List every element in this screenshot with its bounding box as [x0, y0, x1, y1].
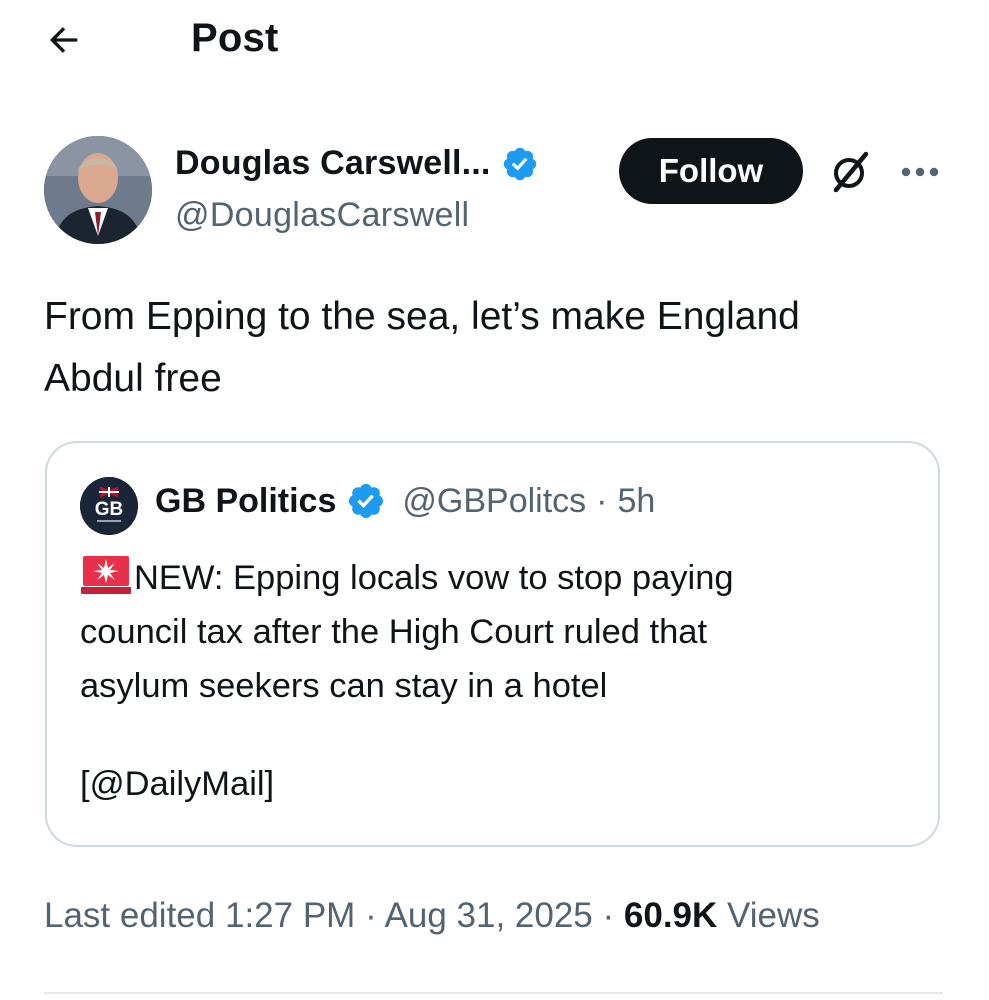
post-author: Douglas Carswell... @DouglasCarswell Fol… [44, 136, 954, 246]
post-date: Aug 31, 2025 [384, 896, 593, 935]
separator-dot: · [602, 896, 615, 935]
avatar-portrait [44, 136, 152, 244]
grok-button[interactable] [824, 146, 876, 198]
quoted-timestamp[interactable]: 5h [617, 482, 655, 520]
back-button[interactable] [44, 14, 100, 66]
top-bar: Post [0, 0, 989, 80]
verified-badge-icon [503, 147, 536, 180]
verified-badge-icon [349, 483, 384, 519]
views-label: Views [727, 896, 820, 935]
separator-dot: · [365, 896, 377, 935]
quoted-header: GB Politics @GBPolitcs · 5h [155, 481, 655, 521]
post-text-line: Abdul free [44, 357, 222, 400]
views-count[interactable]: 60.9K [624, 896, 717, 935]
author-name[interactable]: Douglas Carswell... [175, 144, 491, 183]
edited-label[interactable]: Last edited [44, 896, 215, 935]
gb-politics-logo-icon: GB [80, 477, 138, 535]
quoted-text: NEW: Epping locals vow to stop paying co… [80, 551, 920, 713]
quoted-text-line: council tax after the High Court ruled t… [80, 613, 708, 651]
quoted-author-name[interactable]: GB Politics [155, 482, 336, 521]
grok-icon [833, 151, 869, 193]
page-title: Post [191, 16, 279, 60]
avatar[interactable] [44, 136, 152, 244]
quoted-author-handle: @GBPolitcs [402, 481, 587, 520]
police-light-icon [81, 556, 131, 594]
post-meta: Last edited 1:27 PM · Aug 31, 2025 · 60.… [44, 896, 820, 936]
svg-text:GB: GB [95, 499, 124, 520]
quoted-avatar[interactable]: GB [80, 477, 138, 535]
divider [44, 992, 943, 994]
follow-button[interactable]: Follow [619, 138, 803, 204]
author-handle[interactable]: @DouglasCarswell [175, 196, 469, 235]
more-horizontal-icon [901, 167, 939, 177]
quoted-text-line: asylum seekers can stay in a hotel [80, 667, 608, 705]
post-text-line: From Epping to the sea, let’s make Engla… [44, 295, 800, 338]
quoted-meta: @GBPolitcs · 5h [402, 482, 655, 521]
more-options-button[interactable] [894, 148, 946, 196]
quoted-source: [@DailyMail] [80, 765, 275, 803]
quoted-text-line: NEW: Epping locals vow to stop paying [80, 551, 920, 605]
separator-dot: · [596, 481, 608, 520]
quoted-post[interactable]: GB GB Politics @GBPolitcs · 5h NEW: Epping… [45, 441, 940, 847]
post-time: 1:27 PM [224, 896, 356, 935]
author-name-row: Douglas Carswell... [175, 144, 539, 183]
post-text: From Epping to the sea, let’s make Engla… [44, 286, 944, 410]
arrow-left-icon [49, 27, 78, 53]
